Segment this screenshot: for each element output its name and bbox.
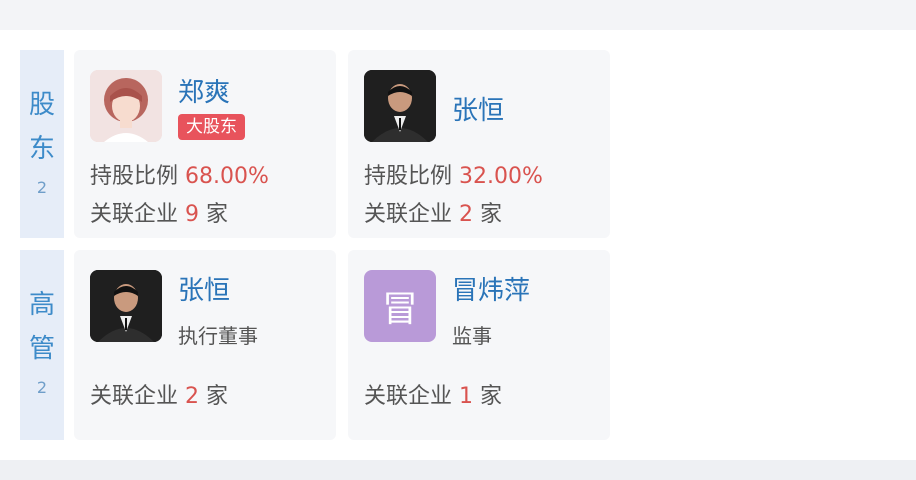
related-companies[interactable]: 关联企业 2 家 xyxy=(90,378,228,410)
avatar xyxy=(364,70,436,142)
ownership-ratio-value: 32.00% xyxy=(459,164,543,189)
related-companies-label: 关联企业 xyxy=(90,202,179,227)
ownership-ratio: 持股比例 68.00% xyxy=(90,158,269,190)
shareholders-count: 2 xyxy=(36,178,48,197)
related-companies-count: 1 xyxy=(459,384,474,409)
executives-count: 2 xyxy=(36,378,48,397)
executive-name[interactable]: 冒炜萍 xyxy=(452,270,530,307)
executive-card[interactable]: 冒 冒炜萍 监事 关联企业 1 家 xyxy=(348,250,610,440)
related-companies[interactable]: 关联企业 1 家 xyxy=(364,378,502,410)
related-companies-count: 2 xyxy=(185,384,200,409)
related-companies-unit: 家 xyxy=(206,202,229,227)
shareholder-name[interactable]: 郑爽 xyxy=(178,72,230,109)
executives-label-char: 高 xyxy=(28,290,55,320)
executives-label-char: 管 xyxy=(28,334,55,364)
related-companies-unit: 家 xyxy=(480,202,503,227)
related-companies-count: 9 xyxy=(185,202,200,227)
shareholder-card[interactable]: 张恒 持股比例 32.00% 关联企业 2 家 xyxy=(348,50,610,238)
ownership-ratio-label: 持股比例 xyxy=(364,164,453,189)
related-companies-label: 关联企业 xyxy=(90,384,179,409)
shareholders-label: 股 东 2 xyxy=(20,50,64,238)
major-shareholder-badge: 大股东 xyxy=(178,114,245,140)
related-companies[interactable]: 关联企业 9 家 xyxy=(90,196,228,228)
related-companies-unit: 家 xyxy=(480,384,503,409)
related-companies-count: 2 xyxy=(459,202,474,227)
related-companies-unit: 家 xyxy=(206,384,229,409)
shareholders-label-char: 东 xyxy=(28,134,55,164)
avatar-initial-text: 冒 xyxy=(381,289,418,330)
related-companies[interactable]: 关联企业 2 家 xyxy=(364,196,502,228)
ownership-ratio-label: 持股比例 xyxy=(90,164,179,189)
executive-card[interactable]: 张恒 执行董事 关联企业 2 家 xyxy=(74,250,336,440)
executive-role: 执行董事 xyxy=(178,324,258,348)
avatar xyxy=(90,70,162,142)
executive-role: 监事 xyxy=(452,324,492,348)
shareholder-card[interactable]: 郑爽 大股东 持股比例 68.00% 关联企业 9 家 xyxy=(74,50,336,238)
executives-label: 高 管 2 xyxy=(20,250,64,440)
ownership-ratio-value: 68.00% xyxy=(185,164,269,189)
executive-name[interactable]: 张恒 xyxy=(178,270,230,307)
personnel-panel: 股 东 2 郑爽 大股东 持股比例 68.00% 关联企业 9 家 张恒 持股比… xyxy=(0,30,916,460)
avatar xyxy=(90,270,162,342)
related-companies-label: 关联企业 xyxy=(364,202,453,227)
avatar-initial: 冒 xyxy=(364,270,436,342)
shareholders-label-char: 股 xyxy=(28,90,55,120)
bottom-divider xyxy=(0,460,916,480)
shareholder-name[interactable]: 张恒 xyxy=(452,90,504,127)
ownership-ratio: 持股比例 32.00% xyxy=(364,158,543,190)
related-companies-label: 关联企业 xyxy=(364,384,453,409)
